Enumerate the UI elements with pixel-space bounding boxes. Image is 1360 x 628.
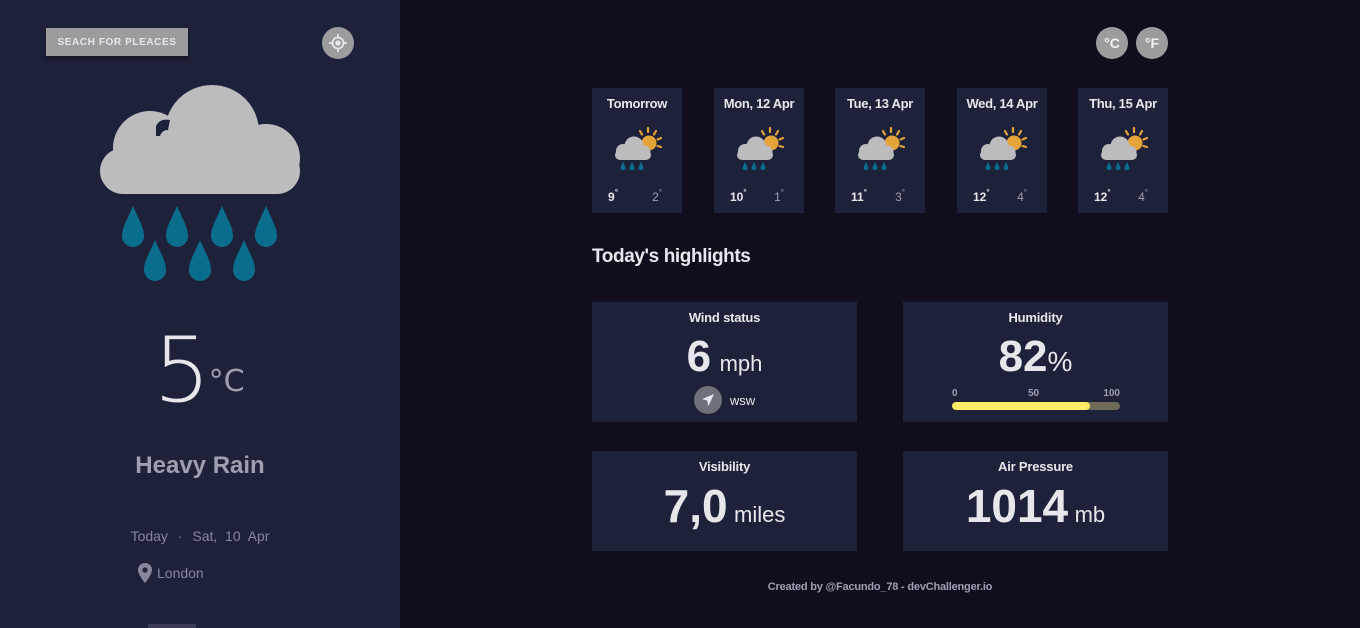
temperature-unit: °C xyxy=(208,364,245,399)
crosshair-icon xyxy=(329,34,347,52)
wind-speed: 6 xyxy=(686,332,712,381)
wind-direction: wsw xyxy=(592,386,857,414)
forecast-min-temp: 1° xyxy=(774,188,784,204)
visibility-unit: miles xyxy=(734,502,786,527)
map-pin-icon xyxy=(138,563,152,583)
forecast-max-temp: 12° xyxy=(973,188,990,204)
forecast-max-temp: 11° xyxy=(851,188,867,204)
forecast-max-temp: 10° xyxy=(730,188,747,204)
forecast-min-value: 3 xyxy=(895,190,902,204)
forecast-card: Mon, 12 Apr 10° 1° xyxy=(714,88,804,213)
forecast-max-value: 12 xyxy=(1094,190,1108,204)
forecast-min-temp: 4° xyxy=(1017,188,1027,204)
forecast-max-temp: 9° xyxy=(608,188,618,204)
visibility-value: 7,0 miles xyxy=(592,479,857,533)
date-separator: · xyxy=(177,528,183,544)
wind-unit: mph xyxy=(719,351,763,376)
visibility-label: Visibility xyxy=(698,459,751,474)
degree-symbol: ° xyxy=(901,188,905,197)
forecast-card: Thu, 15 Apr 12° 4° xyxy=(1078,88,1168,213)
light-rain-sun-icon xyxy=(734,126,786,175)
degree-symbol: ° xyxy=(614,188,618,197)
light-rain-sun-icon xyxy=(977,126,1029,175)
wind-status-card: Wind status 6 mph wsw xyxy=(592,302,857,422)
humidity-label: Humidity xyxy=(1008,310,1063,325)
forecast-max-value: 9 xyxy=(608,190,615,204)
humidity-bar-fill xyxy=(952,402,1090,410)
forecast-max-value: 12 xyxy=(973,190,987,204)
air-pressure-label: Air Pressure xyxy=(998,459,1073,474)
forecast-min-value: 4 xyxy=(1017,190,1024,204)
fahrenheit-button[interactable]: °F xyxy=(1136,27,1168,59)
air-pressure-unit: mb xyxy=(1074,502,1106,527)
degree-symbol: ° xyxy=(1144,188,1148,197)
forecast-min-temp: 4° xyxy=(1138,188,1148,204)
current-temperature: 5°C xyxy=(0,318,400,423)
visibility-card: Visibility 7,0 miles xyxy=(592,451,857,551)
humidity-value: 82% xyxy=(903,332,1168,382)
air-pressure-number: 1014 xyxy=(965,480,1069,532)
wind-direction-label: wsw xyxy=(729,392,756,408)
visibility-number: 7,0 xyxy=(663,480,728,532)
wind-label: Wind status xyxy=(688,310,761,325)
forecast-date: Wed, 14 Apr xyxy=(966,96,1038,111)
air-pressure-card: Air Pressure 1014 mb xyxy=(903,451,1168,551)
humidity-bar xyxy=(952,402,1120,410)
forecast-date: Tue, 13 Apr xyxy=(846,96,914,111)
forecast-date: Thu, 15 Apr xyxy=(1089,96,1157,111)
date-prefix: Today xyxy=(130,528,168,544)
light-rain-sun-icon xyxy=(612,126,664,175)
humidity-scale-max: 100 xyxy=(1103,388,1120,399)
humidity-scale-mid: 50 xyxy=(1028,388,1040,399)
forecast-date: Mon, 12 Apr xyxy=(723,96,795,111)
degree-symbol: ° xyxy=(1023,188,1027,197)
humidity-card: Humidity 82% 0 50 100 xyxy=(903,302,1168,422)
light-rain-sun-icon xyxy=(1098,126,1150,175)
forecast-min-value: 2 xyxy=(652,190,659,204)
location: London xyxy=(138,563,204,583)
humidity-unit: % xyxy=(1047,346,1073,377)
forecast-min-value: 1 xyxy=(774,190,781,204)
degree-symbol: ° xyxy=(863,188,867,197)
forecast-card: Tue, 13 Apr 11° 3° xyxy=(835,88,925,213)
forecast-min-temp: 2° xyxy=(652,188,662,204)
current-date: Today · Sat, 10 Apr xyxy=(0,528,400,544)
degree-symbol: ° xyxy=(743,188,747,197)
forecast-max-value: 11 xyxy=(851,190,864,204)
degree-symbol: ° xyxy=(658,188,662,197)
scrollbar-thumb[interactable] xyxy=(148,624,196,628)
air-pressure-value: 1014 mb xyxy=(903,479,1168,533)
celsius-button[interactable]: °C xyxy=(1096,27,1128,59)
forecast-date: Tomorrow xyxy=(606,96,668,111)
forecast-min-temp: 3° xyxy=(895,188,905,204)
current-location-button[interactable] xyxy=(322,27,354,59)
heavy-rain-icon xyxy=(98,82,302,293)
degree-symbol: ° xyxy=(780,188,784,197)
humidity-scale-min: 0 xyxy=(952,388,958,399)
forecast-card: Wed, 14 Apr 12° 4° xyxy=(957,88,1047,213)
forecast-card: Tomorrow 9° 2° xyxy=(592,88,682,213)
footer-credit: Created by @Facundo_78 - devChallenger.i… xyxy=(767,581,993,593)
degree-symbol: ° xyxy=(986,188,990,197)
weather-condition: Heavy Rain xyxy=(135,452,265,479)
navigation-arrow-icon xyxy=(693,386,722,414)
degree-symbol: ° xyxy=(1107,188,1111,197)
forecast-max-value: 10 xyxy=(730,190,744,204)
date-value: Sat, 10 Apr xyxy=(192,528,270,544)
temperature-value: 5 xyxy=(153,318,211,423)
location-name: London xyxy=(157,565,204,581)
search-places-button[interactable]: SEACH FOR PLEACES xyxy=(46,28,188,56)
light-rain-sun-icon xyxy=(855,126,907,175)
forecast-max-temp: 12° xyxy=(1094,188,1111,204)
sidebar: SEACH FOR PLEACES 5°C Heavy Rain Today ·… xyxy=(0,0,400,628)
humidity-number: 82 xyxy=(998,332,1048,381)
wind-value: 6 mph xyxy=(592,332,857,382)
highlights-title: Today's highlights xyxy=(592,246,751,267)
forecast-min-value: 4 xyxy=(1138,190,1145,204)
